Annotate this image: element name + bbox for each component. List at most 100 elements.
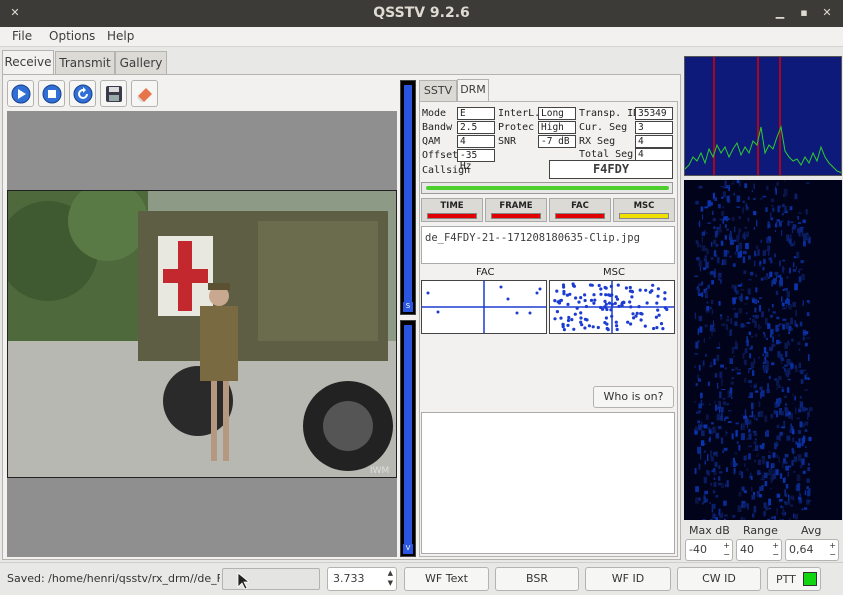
volume-marker: V [403, 544, 413, 554]
bsr-button[interactable]: BSR [495, 567, 579, 591]
max-db-value: -40 [689, 543, 707, 556]
avg-value: 0,64 [789, 543, 814, 556]
protec-label: Protec [498, 122, 535, 133]
protec-value: High [538, 121, 576, 134]
receive-progress [421, 182, 673, 194]
msc-indicator: MSC [613, 198, 675, 222]
callsign-value: F4FDY [549, 160, 673, 179]
time-indicator: TIME [421, 198, 483, 222]
tab-sstv[interactable]: SSTV [419, 80, 457, 102]
window-title: QSSTV 9.2.6 [373, 5, 470, 21]
timing-value: 3.733 [333, 572, 365, 585]
msc-led [619, 213, 669, 219]
spin-down-icon[interactable]: − [829, 550, 836, 559]
rxseg-value: 4 [635, 135, 673, 148]
received-image: IWM [7, 190, 397, 478]
save-icon [106, 86, 122, 102]
offset-value: -35 Hz [457, 149, 495, 172]
fac-indicator-label: FAC [571, 201, 589, 211]
volume-level-bar: V [400, 320, 416, 557]
cw-id-button[interactable]: CW ID [677, 567, 761, 591]
close-window-icon[interactable]: ✕ [820, 6, 834, 20]
spin-down-icon[interactable]: ▼ [388, 579, 393, 587]
spin-up-icon[interactable]: + [829, 541, 836, 550]
time-indicator-label: TIME [440, 201, 464, 211]
start-button[interactable] [7, 80, 34, 107]
spin-up-icon[interactable]: + [772, 541, 779, 550]
spectrum-display [684, 56, 842, 176]
fac-led [555, 213, 605, 219]
msc-scope-title: MSC [603, 267, 625, 278]
play-icon [11, 84, 31, 104]
interl-value: Long [538, 107, 576, 120]
status-progress-bar [222, 568, 320, 590]
spin-down-icon[interactable]: − [723, 550, 730, 559]
snr-value: -7 dB [538, 135, 576, 148]
ptt-button[interactable]: PTT [767, 567, 821, 591]
tab-transmit[interactable]: Transmit [55, 51, 115, 75]
fac-indicator: FAC [549, 198, 611, 222]
curseg-label: Cur. Seg [579, 122, 628, 133]
who-is-on-button[interactable]: Who is on? [593, 386, 674, 408]
qam-value: 4 [457, 135, 495, 148]
log-display [421, 412, 675, 554]
frame-indicator: FRAME [485, 198, 547, 222]
menu-bar: File Options Help [0, 27, 843, 47]
max-db-spinbox[interactable]: -40 + − [685, 539, 733, 561]
saved-status: Saved: /home/henri/qsstv/rx_drm//de_F4F [7, 572, 220, 585]
receive-progress-fill [426, 186, 669, 190]
bandw-label: Bandw [422, 122, 453, 133]
max-db-label: Max dB [689, 524, 730, 537]
totalseg-label: Total Seg [579, 149, 634, 160]
sync-marker: S [403, 302, 413, 312]
wf-text-button[interactable]: WF Text [404, 567, 489, 591]
spin-down-icon[interactable]: − [772, 550, 779, 559]
spin-up-icon[interactable]: + [723, 541, 730, 550]
resync-button[interactable] [69, 80, 96, 107]
range-spinbox[interactable]: 40 + − [736, 539, 782, 561]
interl-label: InterL. [498, 108, 541, 119]
spin-up-icon[interactable]: ▲ [388, 569, 393, 577]
menu-options[interactable]: Options [49, 29, 95, 43]
filename-display: de_F4FDY-21--171208180635-Clip.jpg [421, 226, 675, 264]
wf-id-button[interactable]: WF ID [585, 567, 671, 591]
fac-constellation [421, 280, 547, 334]
range-value: 40 [740, 543, 754, 556]
offset-label: Offset [422, 150, 459, 161]
range-label: Range [743, 524, 778, 537]
mode-label: Mode [422, 108, 447, 119]
qam-label: QAM [422, 136, 441, 147]
ptt-indicator [803, 572, 817, 586]
time-led [427, 213, 477, 219]
svg-text:IWM: IWM [370, 466, 389, 476]
minimize-icon[interactable]: ▁ [773, 6, 787, 20]
menu-help[interactable]: Help [107, 29, 134, 43]
menu-file[interactable]: File [12, 29, 32, 43]
stop-button[interactable] [38, 80, 65, 107]
rxseg-label: RX Seg [579, 136, 616, 147]
callsign-label: Callsign [422, 165, 471, 176]
transp-label: Transp. ID [579, 108, 640, 119]
erase-button[interactable] [131, 80, 158, 107]
stop-icon [42, 84, 62, 104]
mode-value: E [457, 107, 495, 120]
maximize-icon[interactable]: ▪ [797, 6, 811, 20]
tab-gallery[interactable]: Gallery [115, 51, 167, 75]
frame-led [491, 213, 541, 219]
waterfall-display [684, 180, 842, 520]
msc-indicator-label: MSC [633, 201, 655, 211]
ptt-label: PTT [776, 573, 796, 586]
snr-label: SNR [498, 136, 517, 147]
timing-spinbox[interactable]: 3.733 ▲ ▼ [327, 567, 397, 591]
tab-receive[interactable]: Receive [2, 50, 54, 75]
avg-spinbox[interactable]: 0,64 + − [785, 539, 839, 561]
mouse-cursor-icon [237, 572, 249, 590]
save-button[interactable] [100, 80, 127, 107]
transp-value: 35349 [635, 107, 673, 120]
sync-level-bar: S [400, 80, 416, 315]
curseg-value: 3 [635, 121, 673, 134]
fac-scope-title: FAC [476, 267, 495, 278]
eraser-icon [137, 88, 152, 102]
tab-drm[interactable]: DRM [457, 79, 489, 101]
avg-label: Avg [801, 524, 822, 537]
